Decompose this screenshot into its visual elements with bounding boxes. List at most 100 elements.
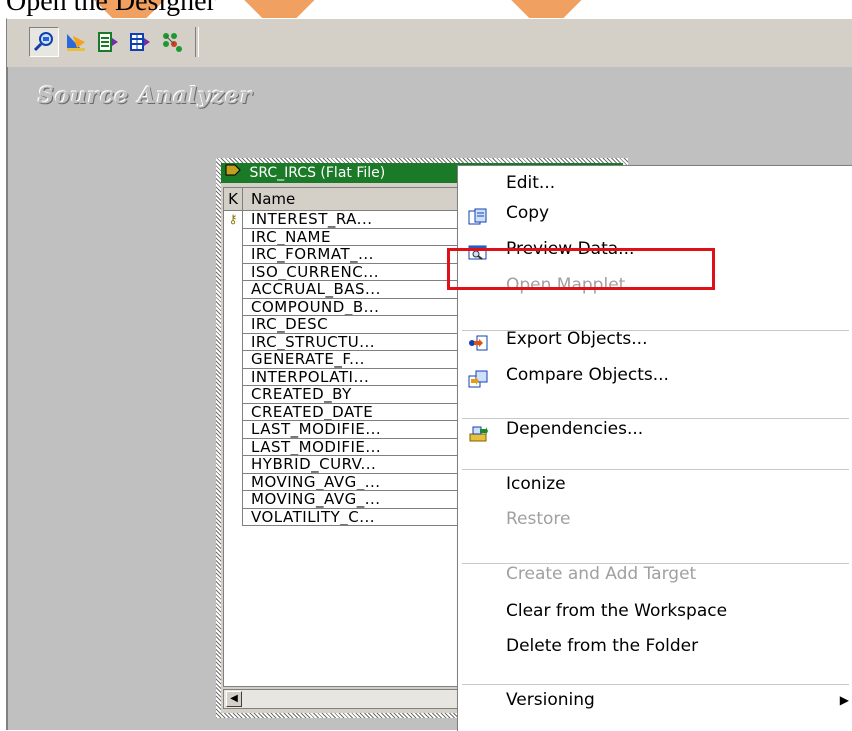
copy-icon bbox=[468, 204, 488, 225]
table-row[interactable]: INTERPOLATI... bbox=[224, 368, 466, 386]
grid-header: K Name bbox=[224, 188, 466, 211]
table-row[interactable]: ⚷ INTEREST_RA... bbox=[224, 211, 466, 229]
table-row[interactable]: CREATED_DATE bbox=[224, 403, 466, 421]
key-column-header[interactable]: K bbox=[224, 188, 243, 210]
table-row[interactable]: LAST_MODIFIE... bbox=[224, 438, 466, 456]
key-cell bbox=[224, 473, 243, 491]
column-name-cell: IRC_STRUCTU... bbox=[243, 334, 466, 351]
column-name-cell: LAST_MODIFIE... bbox=[243, 421, 466, 439]
menu-item-restore: Restore bbox=[458, 502, 852, 536]
key-cell bbox=[224, 491, 243, 509]
table-row[interactable]: CREATED_BY bbox=[224, 386, 466, 404]
dependencies-icon bbox=[468, 420, 488, 442]
table-row[interactable]: ISO_CURRENC... bbox=[224, 263, 466, 281]
key-cell bbox=[224, 333, 243, 351]
transformation-developer-button[interactable] bbox=[93, 27, 123, 57]
source-analyzer-button[interactable] bbox=[29, 27, 59, 57]
horizontal-scrollbar[interactable]: ◀ bbox=[223, 689, 467, 709]
menu-item-dependencies[interactable]: Dependencies... bbox=[458, 412, 852, 446]
menu-item-label: Copy bbox=[506, 203, 550, 223]
target-designer-button[interactable] bbox=[61, 27, 91, 57]
workspace-title: Source Analyzer bbox=[38, 83, 253, 109]
menu-item-label: Edit... bbox=[506, 173, 556, 193]
menu-item-delete-from-the-folder[interactable]: Delete from the Folder bbox=[458, 629, 852, 663]
mapping-designer-icon bbox=[163, 33, 182, 52]
key-cell bbox=[224, 438, 243, 456]
column-name-cell: MOVING_AVG_... bbox=[243, 491, 466, 509]
key-cell bbox=[224, 351, 243, 369]
table-row[interactable]: LAST_MODIFIE... bbox=[224, 421, 466, 439]
menu-item-label: Versioning bbox=[506, 690, 595, 710]
column-name-cell: ACCRUAL_BAS... bbox=[243, 281, 466, 299]
column-name-cell: CREATED_DATE bbox=[243, 404, 466, 421]
menu-item-label: Dependencies... bbox=[506, 419, 644, 439]
menu-item-copy[interactable]: Copy bbox=[458, 196, 852, 230]
column-name-cell: CREATED_BY bbox=[243, 386, 466, 404]
column-name-cell: INTEREST_RA... bbox=[243, 211, 466, 229]
key-cell bbox=[224, 228, 243, 246]
column-name-cell: MOVING_AVG_... bbox=[243, 474, 466, 491]
table-row[interactable]: COMPOUND_B... bbox=[224, 298, 466, 316]
menu-item-iconize[interactable]: Iconize bbox=[458, 467, 852, 501]
column-name-cell: HYBRID_CURV... bbox=[243, 456, 466, 474]
key-cell bbox=[224, 421, 243, 439]
menu-item-create-and-add-target: Create and Add Target bbox=[458, 557, 852, 591]
source-title: SRC_IRCS (Flat File) bbox=[249, 165, 386, 181]
key-cell bbox=[224, 298, 243, 316]
document-header-strip: Open the Designer bbox=[0, 0, 852, 18]
table-row[interactable]: MOVING_AVG_... bbox=[224, 473, 466, 491]
menu-item-versioning[interactable]: Versioning ▶ bbox=[458, 683, 852, 717]
scroll-left-arrow-icon[interactable]: ◀ bbox=[226, 691, 242, 707]
menu-item-label: Restore bbox=[506, 509, 571, 529]
table-row[interactable]: MOVING_AVG_... bbox=[224, 491, 466, 509]
mapplet-designer-button[interactable] bbox=[125, 27, 155, 57]
menu-item-label: Create and Add Target bbox=[506, 564, 697, 584]
column-name-cell: IRC_NAME bbox=[243, 229, 466, 246]
table-row[interactable]: ACCRUAL_BAS... bbox=[224, 281, 466, 299]
grid-rows: ⚷ INTEREST_RA... IRC_NAME IRC_FORMAT_... ISO… bbox=[224, 211, 466, 526]
column-name-cell: LAST_MODIFIE... bbox=[243, 439, 466, 456]
column-name-cell: GENERATE_F... bbox=[243, 351, 466, 369]
key-cell bbox=[224, 368, 243, 386]
table-row[interactable]: IRC_FORMAT_... bbox=[224, 246, 466, 264]
key-cell bbox=[224, 281, 243, 299]
menu-item-label: Iconize bbox=[506, 474, 566, 494]
table-row[interactable]: HYBRID_CURV... bbox=[224, 456, 466, 474]
table-row[interactable]: IRC_DESC bbox=[224, 316, 466, 334]
decorative-shape bbox=[496, 0, 584, 18]
column-name-cell: IRC_DESC bbox=[243, 316, 466, 334]
key-cell bbox=[224, 386, 243, 404]
designer-toolbar bbox=[29, 25, 199, 59]
menu-item-label: Compare Objects... bbox=[506, 365, 669, 385]
table-row[interactable]: GENERATE_F... bbox=[224, 351, 466, 369]
compare-objects-icon bbox=[468, 366, 488, 388]
key-cell bbox=[224, 456, 243, 474]
key-cell bbox=[224, 263, 243, 281]
menu-item-export-objects[interactable]: Export Objects... bbox=[458, 322, 852, 356]
target-designer-icon bbox=[67, 34, 85, 51]
menu-item-label: Delete from the Folder bbox=[506, 636, 699, 656]
primary-key-icon: ⚷ bbox=[224, 211, 243, 229]
decorative-shape bbox=[229, 0, 317, 18]
menu-item-compare-objects[interactable]: Compare Objects... bbox=[458, 358, 852, 392]
menu-item-label: Export Objects... bbox=[506, 329, 648, 349]
tool-toolbar-area bbox=[6, 18, 852, 67]
key-cell bbox=[224, 508, 243, 526]
table-row[interactable]: VOLATILITY_C... bbox=[224, 508, 466, 526]
column-name-cell: INTERPOLATI... bbox=[243, 369, 466, 386]
menu-item-clear-from-the-workspace[interactable]: Clear from the Workspace bbox=[458, 594, 852, 628]
key-cell bbox=[224, 246, 243, 264]
key-cell bbox=[224, 403, 243, 421]
flat-file-source-icon bbox=[225, 163, 241, 183]
table-row[interactable]: IRC_STRUCTU... bbox=[224, 333, 466, 351]
key-cell bbox=[224, 316, 243, 334]
name-column-header[interactable]: Name bbox=[243, 188, 295, 210]
mapplet-designer-icon bbox=[130, 33, 150, 51]
columns-grid[interactable]: K Name ⚷ INTEREST_RA... IRC_NAME IRC_FORMAT… bbox=[223, 187, 467, 687]
table-row[interactable]: IRC_NAME bbox=[224, 228, 466, 246]
export-objects-icon bbox=[468, 330, 488, 351]
menu-item-edit[interactable]: Edit... bbox=[458, 166, 852, 200]
mapping-designer-button[interactable] bbox=[157, 27, 187, 57]
column-name-cell: ISO_CURRENC... bbox=[243, 264, 466, 281]
column-name-cell: VOLATILITY_C... bbox=[243, 509, 466, 526]
